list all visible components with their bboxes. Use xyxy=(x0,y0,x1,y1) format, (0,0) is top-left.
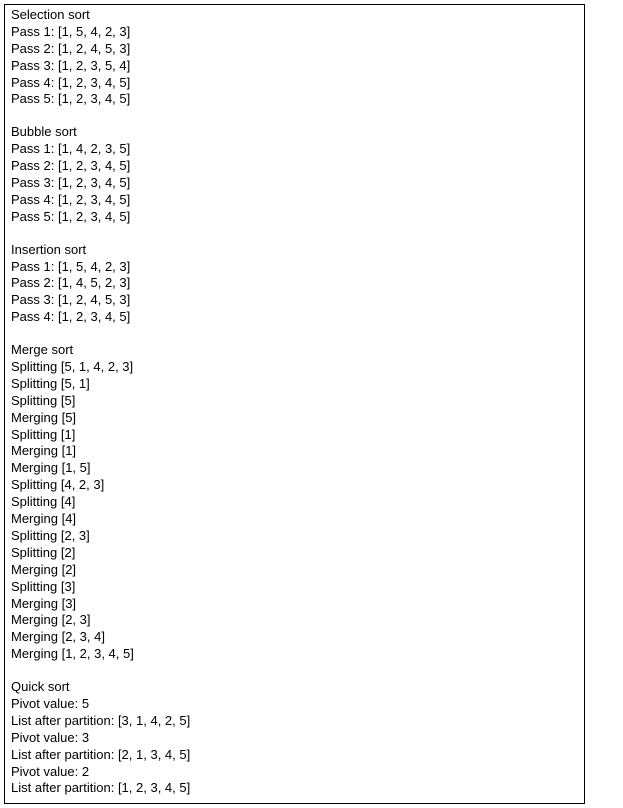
insertion-sort-block: Insertion sort Pass 1: [1, 5, 4, 2, 3] P… xyxy=(11,242,578,326)
output-line: Merging [2] xyxy=(11,562,578,579)
output-line: Splitting [1] xyxy=(11,427,578,444)
section-title: Quick sort xyxy=(11,679,578,696)
output-line: Splitting [5, 1, 4, 2, 3] xyxy=(11,359,578,376)
output-line: Merging [1, 5] xyxy=(11,460,578,477)
output-line: Pass 3: [1, 2, 3, 5, 4] xyxy=(11,58,578,75)
output-container: Selection sort Pass 1: [1, 5, 4, 2, 3] P… xyxy=(4,4,585,804)
output-line: Pass 2: [1, 4, 5, 2, 3] xyxy=(11,275,578,292)
selection-sort-block: Selection sort Pass 1: [1, 5, 4, 2, 3] P… xyxy=(11,7,578,108)
output-line: List after partition: [2, 1, 3, 4, 5] xyxy=(11,747,578,764)
section-title: Insertion sort xyxy=(11,242,578,259)
output-line: Splitting [3] xyxy=(11,579,578,596)
output-line: Pivot value: 2 xyxy=(11,764,578,781)
output-line: Pivot value: 5 xyxy=(11,696,578,713)
output-line: Merging [3] xyxy=(11,596,578,613)
output-line: Merging [1] xyxy=(11,443,578,460)
output-line: Pass 1: [1, 5, 4, 2, 3] xyxy=(11,259,578,276)
output-line: Pass 3: [1, 2, 4, 5, 3] xyxy=(11,292,578,309)
output-line: List after partition: [3, 1, 4, 2, 5] xyxy=(11,713,578,730)
output-line: Splitting [4] xyxy=(11,494,578,511)
section-title: Selection sort xyxy=(11,7,578,24)
output-line: Merging [4] xyxy=(11,511,578,528)
output-line: Pass 2: [1, 2, 4, 5, 3] xyxy=(11,41,578,58)
section-title: Bubble sort xyxy=(11,124,578,141)
output-line: Splitting [5, 1] xyxy=(11,376,578,393)
output-line: Merging [2, 3, 4] xyxy=(11,629,578,646)
bubble-sort-block: Bubble sort Pass 1: [1, 4, 2, 3, 5] Pass… xyxy=(11,124,578,225)
output-line: Pass 5: [1, 2, 3, 4, 5] xyxy=(11,209,578,226)
output-line: Pass 4: [1, 2, 3, 4, 5] xyxy=(11,309,578,326)
output-line: Pivot value: 3 xyxy=(11,730,578,747)
output-line: Pass 1: [1, 4, 2, 3, 5] xyxy=(11,141,578,158)
output-line: Merging [2, 3] xyxy=(11,612,578,629)
quick-sort-block: Quick sort Pivot value: 5 List after par… xyxy=(11,679,578,797)
section-title: Merge sort xyxy=(11,342,578,359)
output-line: Pass 5: [1, 2, 3, 4, 5] xyxy=(11,91,578,108)
output-line: List after partition: [1, 2, 3, 4, 5] xyxy=(11,780,578,797)
merge-sort-block: Merge sort Splitting [5, 1, 4, 2, 3] Spl… xyxy=(11,342,578,663)
output-line: Pass 4: [1, 2, 3, 4, 5] xyxy=(11,75,578,92)
output-line: Merging [5] xyxy=(11,410,578,427)
output-line: Pass 4: [1, 2, 3, 4, 5] xyxy=(11,192,578,209)
output-line: Merging [1, 2, 3, 4, 5] xyxy=(11,646,578,663)
output-line: Pass 3: [1, 2, 3, 4, 5] xyxy=(11,175,578,192)
output-line: Splitting [2, 3] xyxy=(11,528,578,545)
output-line: Pass 1: [1, 5, 4, 2, 3] xyxy=(11,24,578,41)
output-line: Pass 2: [1, 2, 3, 4, 5] xyxy=(11,158,578,175)
output-line: Splitting [4, 2, 3] xyxy=(11,477,578,494)
output-line: Splitting [2] xyxy=(11,545,578,562)
output-line: Splitting [5] xyxy=(11,393,578,410)
